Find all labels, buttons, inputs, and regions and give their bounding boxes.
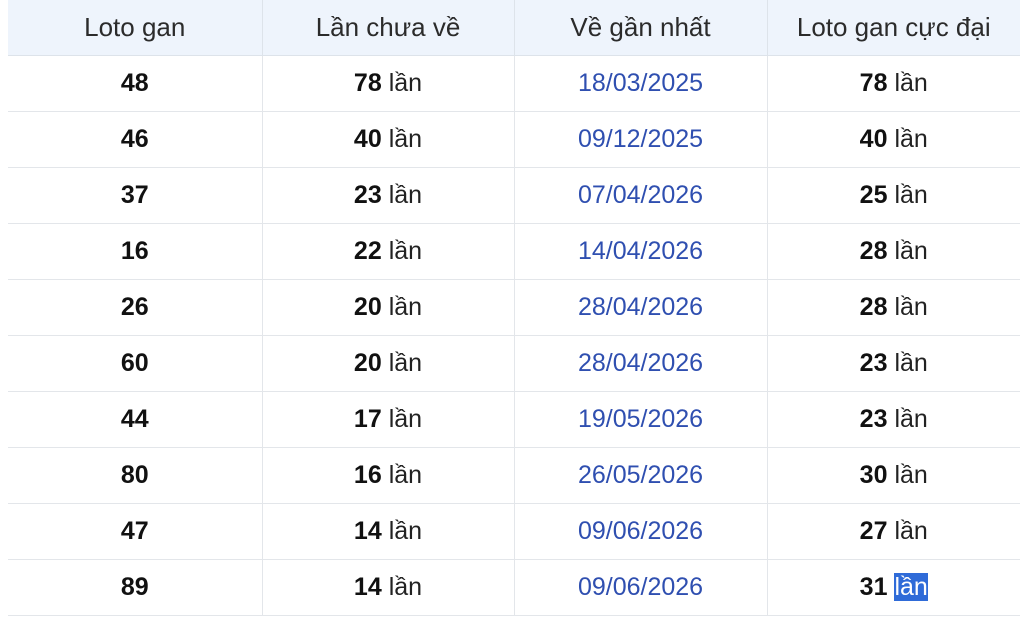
count-value: 27 [859,517,888,545]
table-row: 47 14 lần 09/06/2026 27 lần [8,503,1020,560]
unit-label: lần [388,293,423,321]
unit-label: lần [894,125,928,153]
cell-ve-gan-nhat: 18/03/2025 [514,55,768,112]
count-value: 23 [353,181,382,209]
unit-label: lần [894,237,928,265]
count-value: 17 [353,405,382,433]
table-row: 46 40 lần 09/12/2025 40 lần [8,111,1020,168]
count-value: 78 [353,69,382,97]
cell-lan-chua-ve: 17 lần [262,391,515,448]
count-value: 25 [859,181,888,209]
unit-label: lần [894,517,928,545]
table-row: 60 20 lần 28/04/2026 23 lần [8,335,1020,392]
header-loto-gan-cuc-dai: Loto gan cực đại [767,0,1020,56]
count-value: 40 [859,125,888,153]
unit-label: lần [388,125,423,153]
header-ve-gan-nhat: Về gần nhất [514,0,768,56]
cell-loto-gan-cuc-dai: 23 lần [767,335,1020,392]
unit-label: lần [894,181,928,209]
cell-loto-gan-cuc-dai: 40 lần [767,111,1020,168]
count-value: 20 [353,349,382,377]
cell-loto-gan-cuc-dai: 78 lần [767,55,1020,112]
count-value: 78 [859,69,888,97]
cell-lan-chua-ve: 40 lần [262,111,515,168]
cell-loto-gan-cuc-dai: 28 lần [767,223,1020,280]
cell-ve-gan-nhat: 28/04/2026 [514,335,768,392]
table-row: 89 14 lần 09/06/2026 31 lần [8,559,1020,616]
header-loto-gan: Loto gan [8,0,263,56]
unit-label: lần [388,237,423,265]
cell-lan-chua-ve: 20 lần [262,279,515,336]
cell-loto-number: 37 [8,167,263,224]
cell-ve-gan-nhat: 09/06/2026 [514,503,768,560]
unit-label: lần [388,69,423,97]
cell-ve-gan-nhat: 19/05/2026 [514,391,768,448]
cell-loto-number: 47 [8,503,263,560]
cell-loto-gan-cuc-dai: 23 lần [767,391,1020,448]
cell-loto-number: 89 [8,559,263,616]
table-header-row: Loto gan Lần chưa về Về gần nhất Loto ga… [8,0,1020,56]
cell-ve-gan-nhat: 07/04/2026 [514,167,768,224]
unit-label: lần [388,573,423,601]
header-lan-chua-ve: Lần chưa về [262,0,515,56]
cell-lan-chua-ve: 78 lần [262,55,515,112]
cell-loto-number: 26 [8,279,263,336]
cell-loto-number: 48 [8,55,263,112]
cell-lan-chua-ve: 20 lần [262,335,515,392]
count-value: 30 [859,461,888,489]
cell-ve-gan-nhat: 09/06/2026 [514,559,768,616]
count-value: 20 [353,293,382,321]
table-row: 37 23 lần 07/04/2026 25 lần [8,167,1020,224]
table-row: 44 17 lần 19/05/2026 23 lần [8,391,1020,448]
unit-label: lần [894,69,928,97]
cell-ve-gan-nhat: 28/04/2026 [514,279,768,336]
cell-loto-gan-cuc-dai: 31 lần [767,559,1020,616]
count-value: 22 [353,237,382,265]
cell-lan-chua-ve: 14 lần [262,559,515,616]
count-value: 31 [859,573,888,601]
unit-label: lần [388,349,423,377]
cell-lan-chua-ve: 16 lần [262,447,515,504]
selected-text: lần [894,573,928,601]
cell-ve-gan-nhat: 26/05/2026 [514,447,768,504]
loto-gan-table: Loto gan Lần chưa về Về gần nhất Loto ga… [8,0,1020,616]
count-value: 14 [353,573,382,601]
cell-loto-number: 60 [8,335,263,392]
cell-ve-gan-nhat: 14/04/2026 [514,223,768,280]
count-value: 23 [859,349,888,377]
cell-loto-number: 16 [8,223,263,280]
count-value: 23 [859,405,888,433]
cell-loto-number: 46 [8,111,263,168]
unit-label: lần [894,405,928,433]
table-row: 16 22 lần 14/04/2026 28 lần [8,223,1020,280]
cell-loto-number: 44 [8,391,263,448]
cell-lan-chua-ve: 22 lần [262,223,515,280]
count-value: 16 [353,461,382,489]
loto-gan-table-container: Loto gan Lần chưa về Về gần nhất Loto ga… [8,0,1020,618]
cell-lan-chua-ve: 14 lần [262,503,515,560]
table-row: 26 20 lần 28/04/2026 28 lần [8,279,1020,336]
count-value: 14 [353,517,382,545]
table-row: 48 78 lần 18/03/2025 78 lần [8,55,1020,112]
unit-label: lần [894,293,928,321]
cell-loto-gan-cuc-dai: 28 lần [767,279,1020,336]
count-value: 28 [859,293,888,321]
unit-label: lần [388,181,423,209]
table-row: 80 16 lần 26/05/2026 30 lần [8,447,1020,504]
cell-loto-gan-cuc-dai: 30 lần [767,447,1020,504]
cell-lan-chua-ve: 23 lần [262,167,515,224]
unit-label: lần [388,517,423,545]
unit-label: lần [894,349,928,377]
count-value: 28 [859,237,888,265]
unit-label: lần [894,461,928,489]
cell-loto-gan-cuc-dai: 27 lần [767,503,1020,560]
cell-loto-gan-cuc-dai: 25 lần [767,167,1020,224]
cell-loto-number: 80 [8,447,263,504]
unit-label: lần [388,461,423,489]
unit-label: lần [388,405,423,433]
count-value: 40 [353,125,382,153]
cell-ve-gan-nhat: 09/12/2025 [514,111,768,168]
